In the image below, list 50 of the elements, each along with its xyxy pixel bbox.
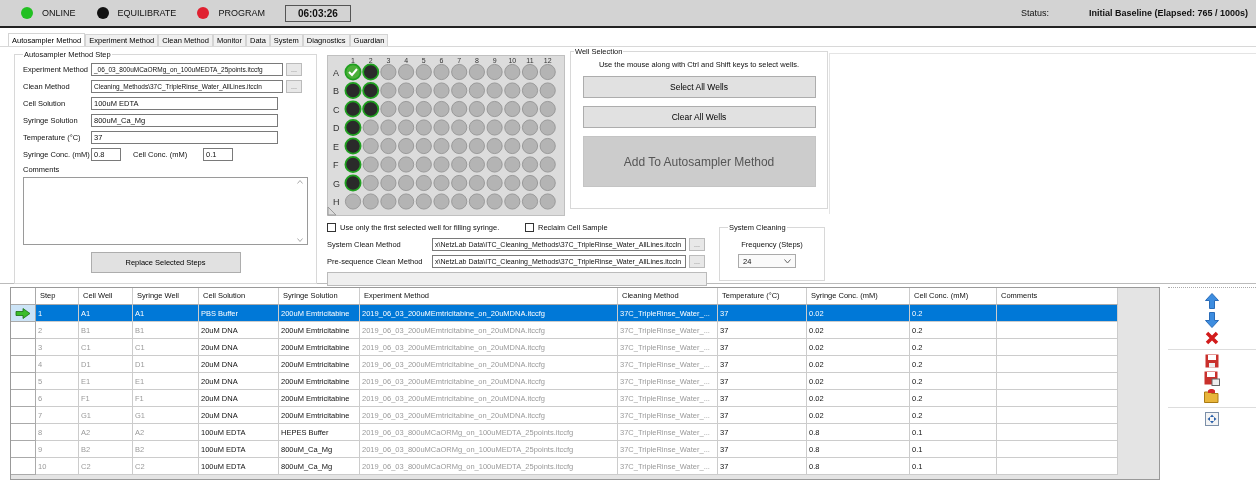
indicator-label: PROGRAM bbox=[218, 8, 265, 18]
indicator-label: EQUILIBRATE bbox=[117, 8, 177, 18]
plate-corner-notch bbox=[327, 206, 337, 216]
chevron-up-icon[interactable] bbox=[297, 180, 303, 184]
comments-field[interactable] bbox=[23, 177, 308, 245]
row-header[interactable] bbox=[11, 373, 36, 390]
checkbox[interactable] bbox=[327, 222, 336, 232]
well-selection-button[interactable]: Select All Wells bbox=[582, 76, 816, 98]
row-header[interactable] bbox=[11, 458, 36, 475]
row-letter: E bbox=[333, 141, 339, 152]
chevron-down-icon[interactable] bbox=[297, 238, 303, 242]
row-header[interactable] bbox=[11, 390, 36, 407]
checkbox[interactable] bbox=[525, 222, 534, 232]
well-selection-button[interactable]: Clear All Wells bbox=[582, 106, 816, 128]
add-to-method-button[interactable]: Add To Autosampler Method bbox=[582, 136, 816, 187]
folder-icon[interactable] bbox=[1204, 389, 1220, 403]
row-header[interactable] bbox=[11, 322, 36, 339]
well[interactable] bbox=[344, 174, 362, 192]
row-letter: G bbox=[333, 178, 340, 189]
chevron-down-icon bbox=[784, 258, 791, 264]
status-value: Initial Baseline (Elapsed: 765 / 1000s) bbox=[1088, 8, 1248, 18]
status-label: Status: bbox=[1020, 8, 1049, 18]
row-letter: B bbox=[333, 86, 339, 96]
well[interactable] bbox=[344, 100, 362, 118]
well[interactable] bbox=[362, 100, 380, 118]
indicator-label: ONLINE bbox=[42, 8, 76, 18]
row-header[interactable] bbox=[11, 305, 36, 322]
row-header[interactable] bbox=[11, 339, 36, 356]
row-letter: A bbox=[333, 67, 339, 78]
arrow-up-icon[interactable] bbox=[1205, 293, 1219, 309]
well[interactable] bbox=[344, 156, 362, 173]
save-as-icon[interactable] bbox=[1204, 371, 1220, 386]
well[interactable] bbox=[344, 137, 362, 155]
well[interactable] bbox=[344, 82, 362, 99]
well[interactable] bbox=[362, 82, 380, 99]
row-letter: C bbox=[333, 104, 340, 115]
row-header bbox=[11, 288, 36, 305]
row-header[interactable] bbox=[11, 441, 36, 458]
row-header[interactable] bbox=[11, 424, 36, 441]
row-letter: F bbox=[333, 160, 339, 170]
well[interactable] bbox=[344, 119, 362, 136]
delete-icon[interactable] bbox=[1205, 331, 1219, 345]
row-letter: H bbox=[333, 197, 340, 207]
arrow-down-icon[interactable] bbox=[1205, 312, 1219, 328]
row-letter: D bbox=[333, 123, 340, 133]
clock-display: 06:03:26 bbox=[284, 4, 351, 22]
row-header[interactable] bbox=[11, 356, 36, 373]
fit-to-view-icon[interactable] bbox=[1205, 412, 1219, 426]
row-header[interactable] bbox=[11, 407, 36, 424]
well[interactable] bbox=[362, 63, 380, 81]
